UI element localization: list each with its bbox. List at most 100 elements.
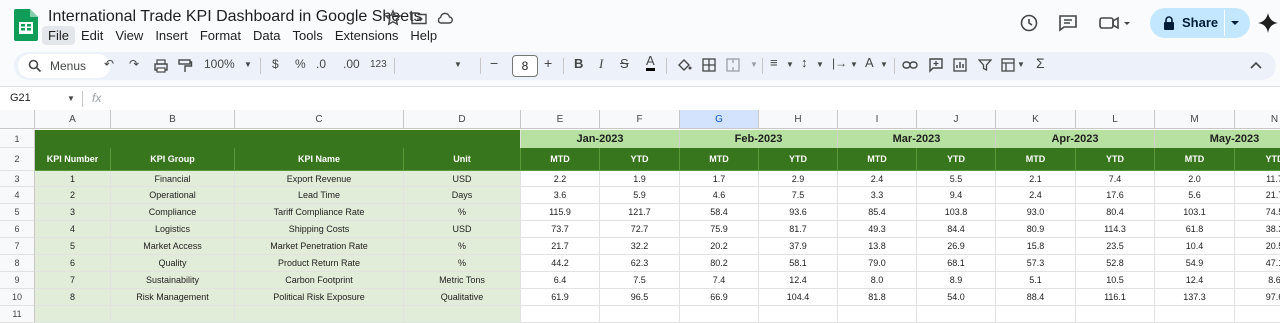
kpi-name-cell[interactable]: Tariff Compliance Rate	[235, 204, 404, 221]
kpi-name-cell[interactable]: Carbon Footprint	[235, 272, 404, 289]
value-cell[interactable]: 49.3	[838, 221, 917, 238]
print-icon[interactable]	[153, 58, 169, 74]
value-cell[interactable]: 68.1	[917, 255, 996, 272]
value-cell[interactable]: 5.6	[1155, 187, 1235, 204]
column-header-h[interactable]: H	[759, 110, 838, 129]
value-cell[interactable]: 1.9	[600, 171, 680, 187]
value-cell[interactable]: 26.9	[917, 238, 996, 255]
value-cell[interactable]: 104.4	[759, 289, 838, 306]
value-cell[interactable]: 44.2	[521, 255, 600, 272]
month-header[interactable]: May-2023	[1155, 130, 1280, 148]
value-cell[interactable]: 54.9	[1155, 255, 1235, 272]
value-cell[interactable]: 2.4	[838, 171, 917, 187]
value-cell[interactable]: 84.4	[917, 221, 996, 238]
value-cell[interactable]: 1.7	[680, 171, 759, 187]
version-history-icon[interactable]	[1018, 12, 1040, 34]
empty-cell[interactable]	[235, 306, 404, 323]
column-title[interactable]: KPI Number	[35, 148, 111, 171]
move-folder-icon[interactable]	[410, 9, 428, 27]
value-cell[interactable]: 2.4	[996, 187, 1076, 204]
halign-dropdown-icon[interactable]: ▼	[786, 60, 794, 69]
menu-tools[interactable]: Tools	[286, 26, 328, 45]
value-cell[interactable]: 13.8	[838, 238, 917, 255]
share-button[interactable]: Share	[1150, 8, 1250, 38]
rotation-dropdown-icon[interactable]: ▼	[880, 60, 888, 69]
value-cell[interactable]: 5.9	[600, 187, 680, 204]
value-cell[interactable]: 97.6	[1235, 289, 1280, 306]
value-cell[interactable]: 62.3	[600, 255, 680, 272]
text-rotation-icon[interactable]: A	[865, 55, 874, 70]
value-cell[interactable]: 115.9	[521, 204, 600, 221]
value-cell[interactable]: 121.7	[600, 204, 680, 221]
menu-search[interactable]: Menus	[18, 54, 110, 78]
row-header-5[interactable]: 5	[0, 204, 35, 221]
horizontal-align-icon[interactable]: ≡	[770, 55, 778, 70]
menu-file[interactable]: File	[42, 26, 75, 45]
column-header-j[interactable]: J	[917, 110, 996, 129]
kpi-num-cell[interactable]: 4	[35, 221, 111, 238]
sheets-logo-icon[interactable]	[14, 9, 38, 41]
value-cell[interactable]: 66.9	[680, 289, 759, 306]
ytd-header[interactable]: YTD	[1235, 148, 1280, 171]
empty-cell[interactable]	[600, 306, 680, 323]
value-cell[interactable]: 57.3	[996, 255, 1076, 272]
zoom-dropdown-icon[interactable]: ▼	[244, 60, 252, 69]
wrap-dropdown-icon[interactable]: ▼	[850, 60, 858, 69]
value-cell[interactable]: 93.0	[996, 204, 1076, 221]
value-cell[interactable]: 21.7	[521, 238, 600, 255]
value-cell[interactable]: 93.6	[759, 204, 838, 221]
value-cell[interactable]: 114.3	[1076, 221, 1155, 238]
column-header-f[interactable]: F	[600, 110, 680, 129]
column-header-k[interactable]: K	[996, 110, 1076, 129]
percent-format-button[interactable]: %	[295, 57, 306, 71]
month-header[interactable]: Jan-2023	[521, 130, 680, 148]
value-cell[interactable]: 2.2	[521, 171, 600, 187]
menu-view[interactable]: View	[109, 26, 149, 45]
value-cell[interactable]: 103.8	[917, 204, 996, 221]
menu-data[interactable]: Data	[247, 26, 286, 45]
value-cell[interactable]: 3.3	[838, 187, 917, 204]
row-header-9[interactable]: 9	[0, 272, 35, 289]
empty-cell[interactable]	[404, 306, 521, 323]
text-wrapping-icon[interactable]: |→	[832, 56, 847, 70]
value-cell[interactable]: 10.4	[1155, 238, 1235, 255]
column-title[interactable]: Unit	[404, 148, 521, 171]
name-box[interactable]: G21	[10, 92, 31, 104]
value-cell[interactable]: 103.1	[1155, 204, 1235, 221]
cloud-status-icon[interactable]	[436, 9, 454, 27]
column-header-l[interactable]: L	[1076, 110, 1155, 129]
value-cell[interactable]: 7.5	[759, 187, 838, 204]
kpi-name-cell[interactable]: Shipping Costs	[235, 221, 404, 238]
italic-icon[interactable]: I	[599, 56, 603, 72]
column-header-i[interactable]: I	[838, 110, 917, 129]
strikethrough-icon[interactable]: S	[620, 56, 629, 71]
kpi-num-cell[interactable]: 6	[35, 255, 111, 272]
value-cell[interactable]: 80.4	[1076, 204, 1155, 221]
kpi-group-cell[interactable]: Sustainability	[111, 272, 235, 289]
row-header-7[interactable]: 7	[0, 238, 35, 255]
value-cell[interactable]: 10.5	[1076, 272, 1155, 289]
value-cell[interactable]: 17.6	[1076, 187, 1155, 204]
gemini-icon[interactable]	[1257, 12, 1279, 34]
value-cell[interactable]: 12.4	[759, 272, 838, 289]
insert-link-icon[interactable]	[902, 59, 918, 71]
row-header-4[interactable]: 4	[0, 187, 35, 204]
mtd-header[interactable]: MTD	[680, 148, 759, 171]
value-cell[interactable]: 12.4	[1155, 272, 1235, 289]
meet-icon[interactable]	[1098, 12, 1132, 34]
kpi-group-cell[interactable]: Logistics	[111, 221, 235, 238]
value-cell[interactable]: 116.1	[1076, 289, 1155, 306]
value-cell[interactable]: 88.4	[996, 289, 1076, 306]
kpi-unit-cell[interactable]: Metric Tons	[404, 272, 521, 289]
insert-chart-icon[interactable]	[953, 58, 967, 72]
column-header-m[interactable]: M	[1155, 110, 1235, 129]
row-header-10[interactable]: 10	[0, 289, 35, 306]
kpi-num-cell[interactable]: 3	[35, 204, 111, 221]
kpi-num-cell[interactable]: 5	[35, 238, 111, 255]
value-cell[interactable]: 7.4	[680, 272, 759, 289]
undo-icon[interactable]: ↶	[104, 57, 114, 71]
empty-cell[interactable]	[1076, 306, 1155, 323]
insert-comment-icon[interactable]	[928, 57, 944, 73]
value-cell[interactable]: 79.0	[838, 255, 917, 272]
comments-icon[interactable]	[1057, 12, 1079, 34]
